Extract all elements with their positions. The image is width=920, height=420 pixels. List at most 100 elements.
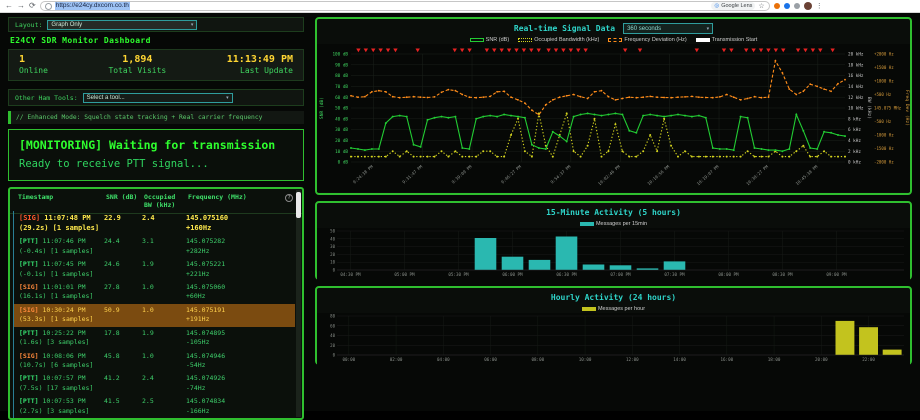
svg-text:40: 40 [330,333,335,338]
table-scrollbar[interactable] [296,190,301,417]
browser-menu-icon[interactable]: ⋮ [816,3,823,10]
svg-text:SNR (dB): SNR (dB) [319,97,325,119]
table-cell: 27.8 [104,283,142,302]
time-range-select[interactable]: 360 seconds▾ [623,23,713,34]
layout-select[interactable]: Graph Only▾ [47,20,197,30]
table-row: [PTT] 10:25:22 PM (1.6s) [3 samples]17.8… [14,327,295,350]
table-cell: 50.9 [104,306,142,325]
svg-text:Freq Dev (Hz): Freq Dev (Hz) [904,90,910,126]
profile-avatar[interactable] [804,2,812,10]
svg-text:-500 Hz: -500 Hz [874,119,892,124]
svg-text:4 kHz: 4 kHz [848,138,861,144]
extension-icon-3[interactable] [794,3,800,9]
table-cell: [SIG] 10:08:06 PM (10.7s) [6 samples] [19,352,104,371]
svg-text:06:00: 06:00 [484,357,497,362]
svg-text:2 kHz: 2 kHz [848,149,861,155]
row-tag: [SIG] [19,306,39,314]
svg-text:70 dB: 70 dB [335,84,348,90]
fifteen-min-chart: 0102030405004:30 PM05:00 PM05:30 PM06:00… [317,228,910,282]
table-cell: 145.074926-74Hz [186,374,293,393]
table-cell: 145.074946-54Hz [186,352,293,371]
svg-text:20 kHz: 20 kHz [848,52,864,58]
stat-online: 1 Online [19,54,48,75]
legend-item[interactable]: Messages per 15min [580,221,647,227]
address-bar[interactable]: https://e24cy.dxcom.co.th ◎ Google Lens … [40,1,770,11]
table-cell: 24.4 [104,237,142,256]
left-column: Layout: Graph Only▾ E24CY SDR Monitor Da… [8,17,304,420]
svg-text:0 dB: 0 dB [338,160,349,166]
stat-total-visits-label: Total Visits [108,66,166,75]
table-cell: 22.9 [104,213,142,233]
bookmark-star-icon[interactable]: ☆ [758,3,764,10]
table-cell: 41.2 [104,374,142,393]
legend-item[interactable]: Occupied Bandwidth (kHz) [518,37,599,43]
legend-item[interactable]: SNR (dB) [470,37,510,43]
table-cell: 17.8 [104,329,142,348]
legend-swatch [518,38,532,42]
layout-label: Layout: [15,21,42,29]
ham-tools-select[interactable]: Select a tool...▾ [83,93,233,103]
table-cell: 2.4 [142,374,186,393]
stat-total-visits: 1,894 Total Visits [108,54,166,75]
row-tag: [PTT] [19,260,39,268]
back-icon[interactable]: ← [5,2,13,10]
table-cell: 145.075191+191Hz [186,306,293,325]
hourly-chart: 02040608000:0002:0004:0006:0008:0010:001… [317,313,910,367]
forward-icon[interactable]: → [17,2,25,10]
table-cell: [PTT] 10:07:53 PM (2.7s) [3 samples] [19,397,104,416]
signal-table-body: [SIG] 11:07:48 PM (29.2s) [1 samples]22.… [13,211,295,418]
extension-icon-1[interactable] [774,3,780,9]
svg-text:06:30 PM: 06:30 PM [556,272,577,277]
layout-selector-bar: Layout: Graph Only▾ [8,17,304,32]
hourly-chart-legend: Messages per hour [317,304,910,313]
svg-text:80 dB: 80 dB [335,73,348,79]
realtime-signal-panel: Real-time Signal Data 360 seconds▾ SNR (… [315,17,912,195]
extension-icon-2[interactable] [784,3,790,9]
refresh-icon[interactable]: ⟳ [29,2,36,10]
table-cell: [SIG] 11:01:01 PM (16.1s) [1 samples] [19,283,104,302]
monitoring-status-line: [MONITORING] Waiting for transmission [19,138,293,152]
chevron-down-icon: ▾ [191,22,194,28]
row-tag: [SIG] [19,214,40,222]
stat-online-label: Online [19,66,48,75]
legend-swatch [582,307,596,311]
table-row: [SIG] 10:08:06 PM (10.7s) [6 samples]45.… [14,350,295,373]
svg-text:6 kHz: 6 kHz [848,127,861,133]
svg-text:20:00: 20:00 [815,357,828,362]
lens-icon: ◎ [714,3,719,9]
table-cell: 145.074834-166Hz [186,397,293,416]
svg-text:10: 10 [330,260,335,265]
url-text[interactable]: https://e24cy.dxcom.co.th [55,2,130,9]
svg-text:60 dB: 60 dB [335,95,348,101]
lens-label: Google Lens [721,3,752,9]
fifteen-min-panel: 15-Minute Activity (5 hours) Messages pe… [315,201,912,280]
svg-text:18 kHz: 18 kHz [848,62,864,68]
table-row: [PTT] 10:07:57 PM (7.5s) [17 samples]41.… [14,372,295,395]
scrollbar-thumb[interactable] [296,192,301,218]
help-icon[interactable]: ? [285,194,293,202]
hourly-chart-title: Hourly Activity (24 hours) [551,293,676,302]
svg-text:0 kHz: 0 kHz [848,160,861,166]
monitoring-ready-line: Ready to receive PTT signal... [19,158,293,170]
google-lens-button[interactable]: ◎ Google Lens [711,2,755,10]
svg-text:90 dB: 90 dB [335,62,348,68]
site-info-icon[interactable] [45,3,52,10]
row-tag: [SIG] [19,283,39,291]
table-cell: 41.5 [104,397,142,416]
table-row: [SIG] 11:01:01 PM (16.1s) [1 samples]27.… [14,281,295,304]
col-bw: Occupied BW (kHz) [144,193,188,210]
svg-text:10 kHz: 10 kHz [848,106,864,112]
legend-item[interactable]: Messages per hour [582,306,645,312]
svg-text:18:00: 18:00 [768,357,781,362]
legend-item[interactable]: Transmission Start [696,37,758,43]
fifteen-chart-head: 15-Minute Activity (5 hours) [317,203,910,219]
signal-chart: 9:24:38 PM9:31:47 PM9:39:09 PM9:46:27 PM… [317,44,910,192]
chevron-down-icon: ▾ [707,26,710,32]
signal-log-table: Timestamp SNR (dB) Occupied BW (kHz) Fre… [8,187,304,420]
table-row: [SIG] 10:30:24 PM (53.3s) [1 samples]50.… [14,304,295,327]
legend-item[interactable]: Frequency Deviation (Hz) [608,37,686,43]
table-cell: [SIG] 10:30:24 PM (53.3s) [1 samples] [19,306,104,325]
svg-text:+1500 Hz: +1500 Hz [874,65,894,70]
table-cell: [PTT] 11:07:46 PM (-0.4s) [1 samples] [19,237,104,256]
table-cell: 45.8 [104,352,142,371]
